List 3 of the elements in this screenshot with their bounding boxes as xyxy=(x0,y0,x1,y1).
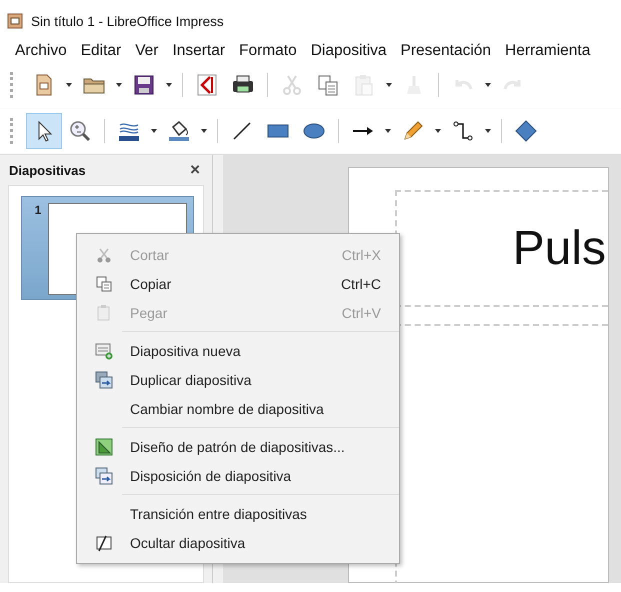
slide-number: 1 xyxy=(34,203,42,217)
panel-title: Diapositivas xyxy=(9,162,86,178)
window-title: Sin título 1 - LibreOffice Impress xyxy=(31,14,224,28)
